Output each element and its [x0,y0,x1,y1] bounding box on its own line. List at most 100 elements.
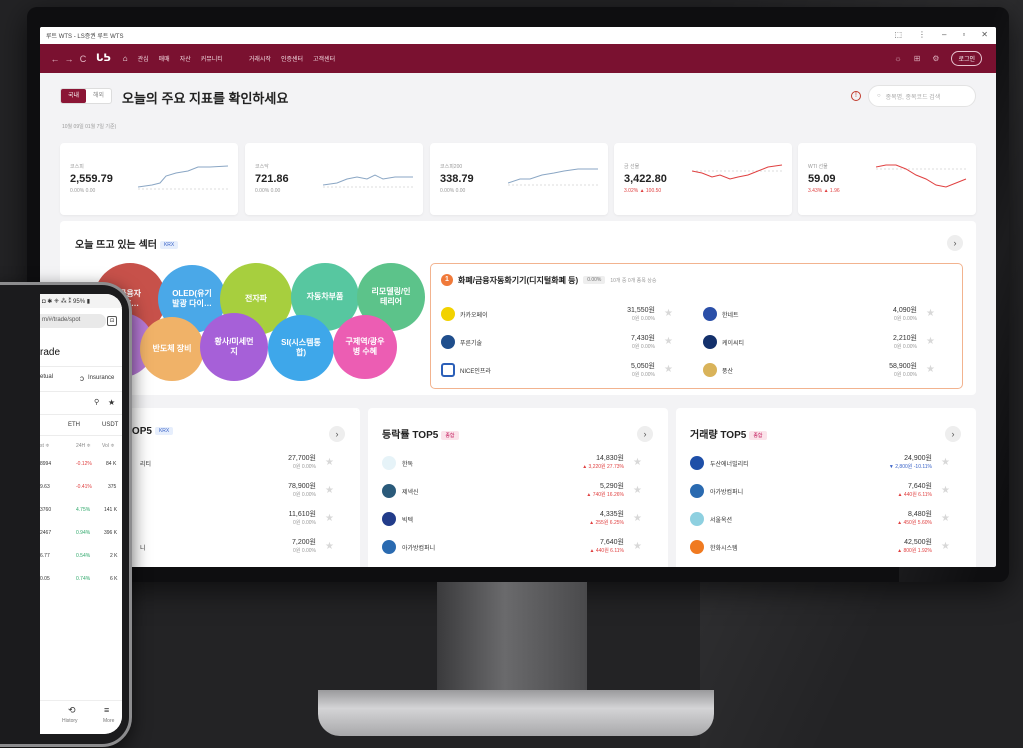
index-name: 금 선물 [624,164,640,170]
top5-row[interactable]: 제넥신 5,290원 ▲ 740원 16.26% ★ [382,480,652,502]
login-button[interactable]: 로그인 [951,51,982,66]
index-card-kospi[interactable]: 코스피 2,559.79 0.00% 0.00 [60,143,238,215]
star-icon[interactable]: ★ [941,513,950,524]
star-icon[interactable]: ★ [633,485,642,496]
back-icon[interactable]: ← [48,54,62,64]
top5-row[interactable]: 아가방컴퍼니 7,640원 ▲ 440원 6.11% ★ [690,480,960,502]
nav-more[interactable]: More [103,718,114,724]
star-icon[interactable]: ★ [325,457,334,468]
refresh-icon[interactable]: C [76,54,90,64]
sector-bubble[interactable]: SI(시스템통 합) [268,315,334,381]
col-header-last[interactable]: st ≑ [40,443,49,449]
maximize-icon[interactable]: ▫ [962,30,965,39]
stock-item[interactable]: 풍산 58,900원 0원 0.00% ★ [703,360,951,382]
search-icon: ○ [877,93,881,99]
star-icon[interactable]: ★ [941,485,950,496]
star-icon[interactable]: ★ [108,398,115,407]
nav-assets[interactable]: 자산 [180,54,191,63]
star-icon[interactable]: ★ [325,541,334,552]
app-logo[interactable]: ᒐᕊ [96,53,111,64]
index-card-wti[interactable]: WTI 선물 59.09 3.43% ▲ 1.96 [798,143,976,215]
star-icon[interactable]: ★ [633,541,642,552]
col-header-24h[interactable]: 24H ≑ [76,443,91,449]
home-icon[interactable]: ⌂ [123,54,128,63]
search-input[interactable]: ○ 종목명, 종목코드 검색 [868,85,976,107]
star-icon[interactable]: ★ [941,457,950,468]
sector-bubble[interactable]: 황사/미세먼 지 [200,313,268,381]
top5-row[interactable]: 아가방컴퍼니 7,640원 ▲ 440원 6.11% ★ [382,536,652,558]
index-card-gold[interactable]: 금 선물 3,422.80 3.02% ▲ 100.50 [614,143,792,215]
sector-bubble[interactable]: 반도체 장비 [140,317,204,381]
star-icon[interactable]: ★ [664,308,673,319]
toggle-domestic[interactable]: 국내 [61,89,86,103]
nav-auth-center[interactable]: 인증센터 [281,54,303,63]
stock-item[interactable]: 케이씨티 2,210원 0원 0.00% ★ [703,332,951,354]
star-icon[interactable]: ★ [926,364,935,375]
top5-row[interactable]: 두산에너빌리티 24,900원 ▼ 2,800원 -10.11% ★ [690,452,960,474]
stock-price: 42,500원 [904,539,932,546]
top5-row[interactable]: 서울옥션 8,480원 ▲ 450원 5.60% ★ [690,508,960,530]
nav-community[interactable]: 커뮤니티 [201,54,223,63]
phone-menu-icon[interactable]: ⋮ [120,316,122,325]
info-icon[interactable]: ! [851,91,861,101]
stock-item[interactable]: 푸른기술 7,430원 0원 0.00% ★ [441,332,689,354]
phone-url-bar[interactable]: m/#/trade/spot [40,314,106,328]
stock-name: 푸른기술 [460,341,483,347]
forward-icon[interactable]: → [62,54,76,64]
theme-icon[interactable]: ☼ [894,54,901,63]
col-header-vol[interactable]: Vol ≑ [102,443,115,449]
stock-item[interactable]: 한네트 4,090원 0원 0.00% ★ [703,304,951,326]
currency-tab-eth[interactable]: ETH [68,422,80,428]
top5-row[interactable]: 한독 14,830원 ▲ 3,220원 27.73% ★ [382,452,652,474]
stock-logo-icon [382,456,396,470]
market-row[interactable]: 3760 4.75% 141 K [40,499,122,521]
extensions-icon[interactable]: ⬚ [894,30,902,39]
stock-item[interactable]: 카카오페이 31,550원 0원 0.00% ★ [441,304,689,326]
market-row[interactable]: 0.05 0.74% 6 K [40,568,122,590]
currency-tab-usdt[interactable]: USDT [102,422,118,428]
stock-item[interactable]: NICE인프라 5,050원 0원 0.00% ★ [441,360,689,382]
top5-row[interactable]: 한화시스템 42,500원 ▲ 800원 1.92% ★ [690,536,960,558]
top5-next-button[interactable]: › [637,426,653,442]
tab-insurance[interactable]: Insurance [88,375,114,381]
star-icon[interactable]: ★ [926,308,935,319]
layout-icon[interactable]: ⊞ [914,54,921,63]
index-card-kospi200[interactable]: 코스피200 338.79 0.00% 0.00 [430,143,608,215]
market-row[interactable]: 8994 -0.12% 84 K [40,453,122,475]
phone-tabs-icon[interactable]: ⊡ [107,316,117,326]
nav-start-trading[interactable]: 거래시작 [249,54,271,63]
nav-customer-center[interactable]: 고객센터 [313,54,335,63]
market-row[interactable]: 2467 0.94% 396 K [40,522,122,544]
close-icon[interactable]: ✕ [981,30,988,39]
search-icon[interactable]: ⚲ [94,398,99,406]
star-icon[interactable]: ★ [325,485,334,496]
stock-name: 한독 [402,462,414,468]
minimize-icon[interactable]: – [942,30,946,39]
window-menu-icon[interactable]: ⋮ [918,30,926,39]
sector-bubble[interactable]: 구제역/광우 병 수혜 [333,315,397,379]
star-icon[interactable]: ★ [941,541,950,552]
nav-watchlist[interactable]: 관심 [138,54,149,63]
star-icon[interactable]: ★ [664,364,673,375]
history-icon[interactable]: ⟲ [68,705,76,716]
more-icon[interactable]: ≡ [104,705,109,715]
nav-trade[interactable]: 매매 [159,54,170,63]
star-icon[interactable]: ★ [664,336,673,347]
insurance-icon: ↄ [80,374,84,383]
star-icon[interactable]: ★ [325,513,334,524]
nav-history[interactable]: History [62,718,78,724]
top5-row[interactable]: 빅텍 4,335원 ▲ 255원 6.25% ★ [382,508,652,530]
star-icon[interactable]: ★ [926,336,935,347]
top5-next-button[interactable]: › [945,426,961,442]
toggle-overseas[interactable]: 해외 [86,89,111,103]
index-card-kosdaq[interactable]: 코스닥 721.86 0.00% 0.00 [245,143,423,215]
stock-logo-icon [690,456,704,470]
tab-perpetual[interactable]: etual [40,374,53,380]
settings-icon[interactable]: ⚙ [932,54,939,63]
market-row[interactable]: 9.63 -0.41% 375 [40,476,122,498]
star-icon[interactable]: ★ [633,457,642,468]
market-row[interactable]: 6.77 0.54% 2 K [40,545,122,567]
star-icon[interactable]: ★ [633,513,642,524]
top5-next-button[interactable]: › [329,426,345,442]
sector-next-button[interactable]: › [947,235,963,251]
